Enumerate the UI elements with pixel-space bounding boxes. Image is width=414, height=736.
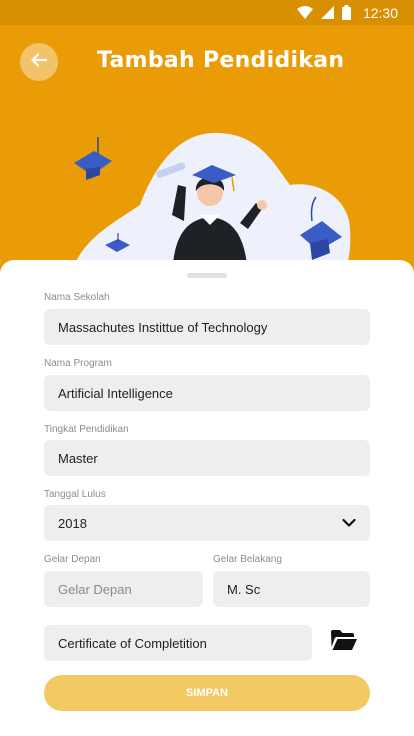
form-sheet: Nama Sekolah Massachutes Instittue of Te… bbox=[0, 260, 414, 736]
tanggal-lulus-select[interactable]: 2018 bbox=[44, 505, 370, 541]
tingkat-pendidikan-field[interactable]: Master bbox=[44, 440, 370, 476]
gelar-depan-label: Gelar Depan bbox=[44, 554, 101, 565]
folder-open-icon[interactable] bbox=[330, 629, 362, 655]
wifi-icon bbox=[296, 6, 313, 19]
save-button[interactable]: SIMPAN bbox=[44, 675, 370, 711]
back-button[interactable] bbox=[20, 43, 58, 81]
nama-sekolah-field[interactable]: Massachutes Instittue of Technology bbox=[44, 309, 370, 345]
nama-program-label: Nama Program bbox=[44, 358, 112, 369]
gelar-belakang-label: Gelar Belakang bbox=[213, 554, 282, 565]
header: 12:30 Tambah Pendidikan bbox=[0, 0, 414, 285]
nama-program-field[interactable]: Artificial Intelligence bbox=[44, 375, 370, 411]
drag-handle[interactable] bbox=[187, 273, 227, 278]
certificate-field[interactable]: Certificate of Completition bbox=[44, 625, 312, 661]
nama-sekolah-label: Nama Sekolah bbox=[44, 292, 110, 303]
status-bar: 12:30 bbox=[0, 0, 414, 25]
cap-icon bbox=[74, 137, 112, 180]
signal-icon bbox=[320, 6, 334, 19]
gelar-belakang-field[interactable]: M. Sc bbox=[213, 571, 370, 607]
tanggal-lulus-label: Tanggal Lulus bbox=[44, 489, 106, 500]
arrow-left-icon bbox=[30, 51, 48, 74]
gelar-depan-field[interactable]: Gelar Depan bbox=[44, 571, 203, 607]
page-title: Tambah Pendidikan bbox=[97, 48, 345, 73]
tingkat-pendidikan-label: Tingkat Pendidikan bbox=[44, 424, 129, 435]
tanggal-lulus-value: 2018 bbox=[58, 515, 87, 531]
status-time: 12:30 bbox=[362, 4, 398, 21]
chevron-down-icon bbox=[342, 516, 356, 531]
battery-icon bbox=[341, 5, 351, 20]
